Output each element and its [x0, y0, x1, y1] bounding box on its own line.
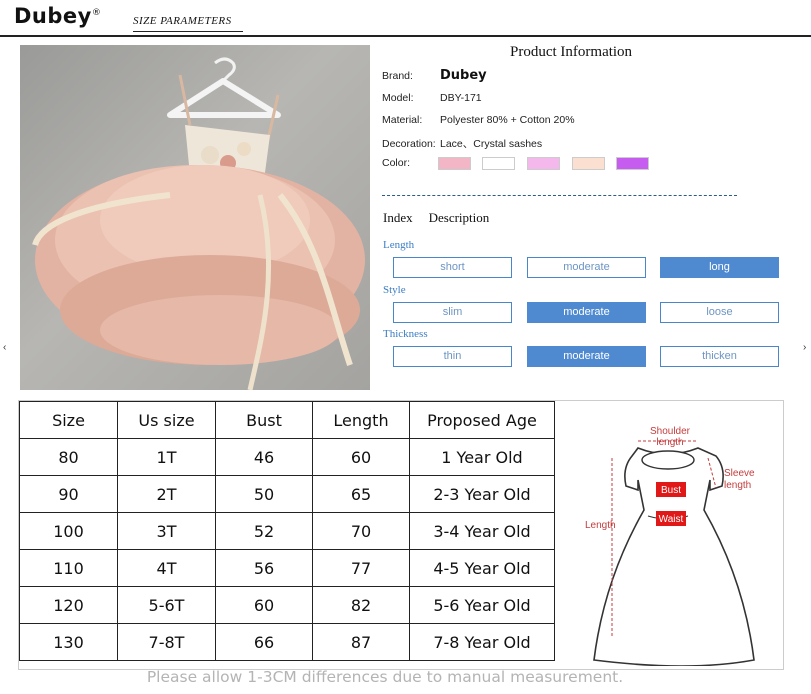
- measurement-note: Please allow 1-3CM differences due to ma…: [146, 668, 624, 686]
- sleeve-label-2: length: [724, 480, 751, 491]
- size-table: Size Us size Bust Length Proposed Age 80…: [19, 401, 555, 661]
- page-header: Dubey® SIZE PARAMETERS: [0, 0, 811, 40]
- column-header: Length: [312, 401, 410, 439]
- title-underline: [133, 31, 243, 32]
- color-swatch-pink[interactable]: [438, 157, 471, 170]
- color-swatch-white[interactable]: [482, 157, 515, 170]
- info-divider: [382, 195, 737, 196]
- table-cell: 77: [312, 549, 410, 587]
- table-row: 100 3T 52 70 3-4 Year Old: [19, 512, 555, 550]
- color-swatch-champagne[interactable]: [572, 157, 605, 170]
- measurement-diagram: Shoulder length Sleeve length Bust Waist…: [558, 408, 778, 667]
- thickness-option-moderate[interactable]: moderate: [527, 346, 646, 367]
- table-cell: 90: [19, 475, 118, 513]
- table-cell: 2-3 Year Old: [409, 475, 555, 513]
- product-photo: [20, 45, 370, 390]
- shoulder-label-1: Shoulder: [650, 426, 691, 437]
- table-cell: 87: [312, 623, 410, 661]
- table-cell: 100: [19, 512, 118, 550]
- table-cell: 3-4 Year Old: [409, 512, 555, 550]
- color-row: Color:: [382, 157, 411, 169]
- table-cell: 66: [215, 623, 313, 661]
- right-edge-mark: ›: [803, 342, 807, 353]
- table-row: 90 2T 50 65 2-3 Year Old: [19, 475, 555, 513]
- table-cell: 7-8 Year Old: [409, 623, 555, 661]
- table-cell: 1 Year Old: [409, 438, 555, 476]
- header-divider: [0, 35, 811, 37]
- color-swatch-lilac[interactable]: [527, 157, 560, 170]
- table-cell: 50: [215, 475, 313, 513]
- table-row: 110 4T 56 77 4-5 Year Old: [19, 549, 555, 587]
- table-cell: 70: [312, 512, 410, 550]
- style-option-loose[interactable]: loose: [660, 302, 779, 323]
- style-option-moderate[interactable]: moderate: [527, 302, 646, 323]
- brand-value: Dubey: [440, 68, 487, 83]
- style-option-slim[interactable]: slim: [393, 302, 512, 323]
- table-cell: 3T: [117, 512, 216, 550]
- table-cell: 4-5 Year Old: [409, 549, 555, 587]
- table-cell: 52: [215, 512, 313, 550]
- table-cell: 4T: [117, 549, 216, 587]
- column-header: Proposed Age: [409, 401, 555, 439]
- table-cell: 120: [19, 586, 118, 624]
- table-row: 80 1T 46 60 1 Year Old: [19, 438, 555, 476]
- left-edge-mark: ‹: [3, 342, 7, 353]
- table-row: 120 5-6T 60 82 5-6 Year Old: [19, 586, 555, 624]
- table-cell: 60: [215, 586, 313, 624]
- model-row: Model: DBY-171: [382, 92, 482, 104]
- table-cell: 5-6 Year Old: [409, 586, 555, 624]
- material-row: Material: Polyester 80% + Cotton 20%: [382, 114, 575, 126]
- category-style-label: Style: [383, 284, 406, 296]
- table-cell: 82: [312, 586, 410, 624]
- category-length-label: Length: [383, 239, 415, 251]
- decoration-value: Lace、Crystal sashes: [440, 138, 543, 150]
- table-cell: 110: [19, 549, 118, 587]
- table-header-row: Size Us size Bust Length Proposed Age: [19, 401, 555, 439]
- color-swatch-purple[interactable]: [616, 157, 649, 170]
- table-row: 130 7-8T 66 87 7-8 Year Old: [19, 623, 555, 661]
- table-cell: 56: [215, 549, 313, 587]
- thickness-option-thin[interactable]: thin: [393, 346, 512, 367]
- model-value: DBY-171: [440, 92, 482, 104]
- length-label: Length: [585, 520, 616, 531]
- thickness-option-thicken[interactable]: thicken: [660, 346, 779, 367]
- table-cell: 2T: [117, 475, 216, 513]
- shoulder-label-2: length: [656, 437, 683, 448]
- product-info-title: Product Information: [510, 44, 633, 60]
- brand-row: Brand: Dubey: [382, 68, 487, 83]
- column-header: Bust: [215, 401, 313, 439]
- category-thickness-label: Thickness: [383, 328, 428, 340]
- table-cell: 130: [19, 623, 118, 661]
- waist-label: Waist: [659, 514, 684, 525]
- length-option-short[interactable]: short: [393, 257, 512, 278]
- column-header: Us size: [117, 401, 216, 439]
- table-cell: 1T: [117, 438, 216, 476]
- table-cell: 5-6T: [117, 586, 216, 624]
- length-option-moderate[interactable]: moderate: [527, 257, 646, 278]
- length-option-long[interactable]: long: [660, 257, 779, 278]
- material-value: Polyester 80% + Cotton 20%: [440, 114, 575, 126]
- sleeve-label-1: Sleeve: [724, 468, 755, 479]
- table-cell: 80: [19, 438, 118, 476]
- table-cell: 60: [312, 438, 410, 476]
- table-cell: 46: [215, 438, 313, 476]
- column-header: Size: [19, 401, 118, 439]
- brand-logo: Dubey®: [14, 4, 102, 28]
- table-cell: 65: [312, 475, 410, 513]
- table-cell: 7-8T: [117, 623, 216, 661]
- decoration-row: Decoration: Lace、Crystal sashes: [382, 138, 543, 150]
- section-title: SIZE PARAMETERS: [133, 15, 232, 27]
- bust-label: Bust: [661, 485, 681, 496]
- index-heading: Index Description: [383, 210, 490, 225]
